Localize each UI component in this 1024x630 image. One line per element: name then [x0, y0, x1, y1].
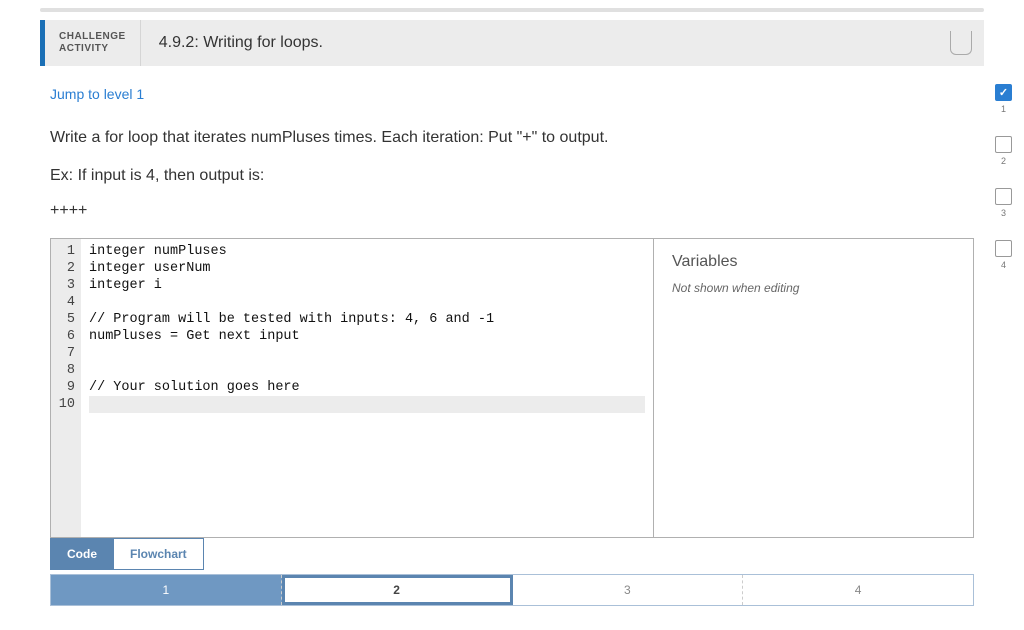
prompt-line1: Write a for loop that iterates numPluses…: [50, 126, 974, 150]
tab-code[interactable]: Code: [50, 538, 114, 570]
level-indicators: ✓1234: [995, 84, 1012, 270]
line-number: 2: [55, 260, 75, 277]
level-indicator[interactable]: 4: [995, 240, 1012, 270]
progress-cell[interactable]: 1: [51, 575, 282, 605]
code-line[interactable]: [89, 396, 645, 413]
variables-title: Variables: [672, 253, 955, 271]
progress-bar: 1234: [50, 574, 974, 606]
prompt-line2: Ex: If input is 4, then output is:: [50, 164, 974, 188]
line-number: 1: [55, 243, 75, 260]
level-number: 4: [1001, 260, 1006, 270]
variables-panel: Variables Not shown when editing: [653, 239, 973, 537]
page: CHALLENGE ACTIVITY 4.9.2: Writing for lo…: [0, 0, 1024, 606]
line-number-gutter: 12345678910: [51, 239, 81, 537]
level-number: 1: [1001, 104, 1006, 114]
level-box-icon: [995, 188, 1012, 205]
level-indicator[interactable]: 3: [995, 188, 1012, 218]
code-line[interactable]: [89, 294, 645, 311]
challenge-label-line2: ACTIVITY: [59, 43, 126, 55]
code-line[interactable]: integer userNum: [89, 260, 645, 277]
level-number: 2: [1001, 156, 1006, 166]
line-number: 8: [55, 362, 75, 379]
example-output: ++++: [50, 202, 974, 220]
line-number: 6: [55, 328, 75, 345]
jump-to-level-link[interactable]: Jump to level 1: [50, 86, 144, 102]
variables-note: Not shown when editing: [672, 281, 955, 295]
code-line[interactable]: numPluses = Get next input: [89, 328, 645, 345]
editor-tabs: Code Flowchart: [50, 538, 974, 570]
line-number: 10: [55, 396, 75, 413]
level-indicator[interactable]: 2: [995, 136, 1012, 166]
editor-panel: 12345678910 integer numPlusesinteger use…: [50, 238, 974, 538]
code-line[interactable]: // Your solution goes here: [89, 379, 645, 396]
code-lines[interactable]: integer numPlusesinteger userNuminteger …: [81, 239, 653, 537]
challenge-title: 4.9.2: Writing for loops.: [140, 20, 950, 66]
challenge-header: CHALLENGE ACTIVITY 4.9.2: Writing for lo…: [40, 20, 984, 66]
progress-cell[interactable]: 4: [743, 575, 973, 605]
content: Jump to level 1 Write a for loop that it…: [40, 86, 984, 606]
code-line[interactable]: [89, 345, 645, 362]
code-editor[interactable]: 12345678910 integer numPlusesinteger use…: [51, 239, 653, 537]
level-number: 3: [1001, 208, 1006, 218]
check-icon: ✓: [995, 84, 1012, 101]
line-number: 3: [55, 277, 75, 294]
code-line[interactable]: // Program will be tested with inputs: 4…: [89, 311, 645, 328]
level-indicator[interactable]: ✓1: [995, 84, 1012, 114]
top-divider: [40, 8, 984, 12]
header-icon-slot: [950, 20, 984, 66]
progress-cell[interactable]: 3: [513, 575, 744, 605]
progress-cell[interactable]: 2: [282, 575, 513, 605]
level-box-icon: [995, 240, 1012, 257]
code-line[interactable]: [89, 362, 645, 379]
line-number: 4: [55, 294, 75, 311]
line-number: 5: [55, 311, 75, 328]
code-line[interactable]: integer i: [89, 277, 645, 294]
tab-flowchart[interactable]: Flowchart: [114, 538, 204, 570]
code-line[interactable]: integer numPluses: [89, 243, 645, 260]
challenge-label: CHALLENGE ACTIVITY: [45, 20, 140, 66]
bookmark-icon[interactable]: [950, 31, 972, 55]
level-box-icon: [995, 136, 1012, 153]
challenge-label-line1: CHALLENGE: [59, 31, 126, 43]
line-number: 9: [55, 379, 75, 396]
line-number: 7: [55, 345, 75, 362]
